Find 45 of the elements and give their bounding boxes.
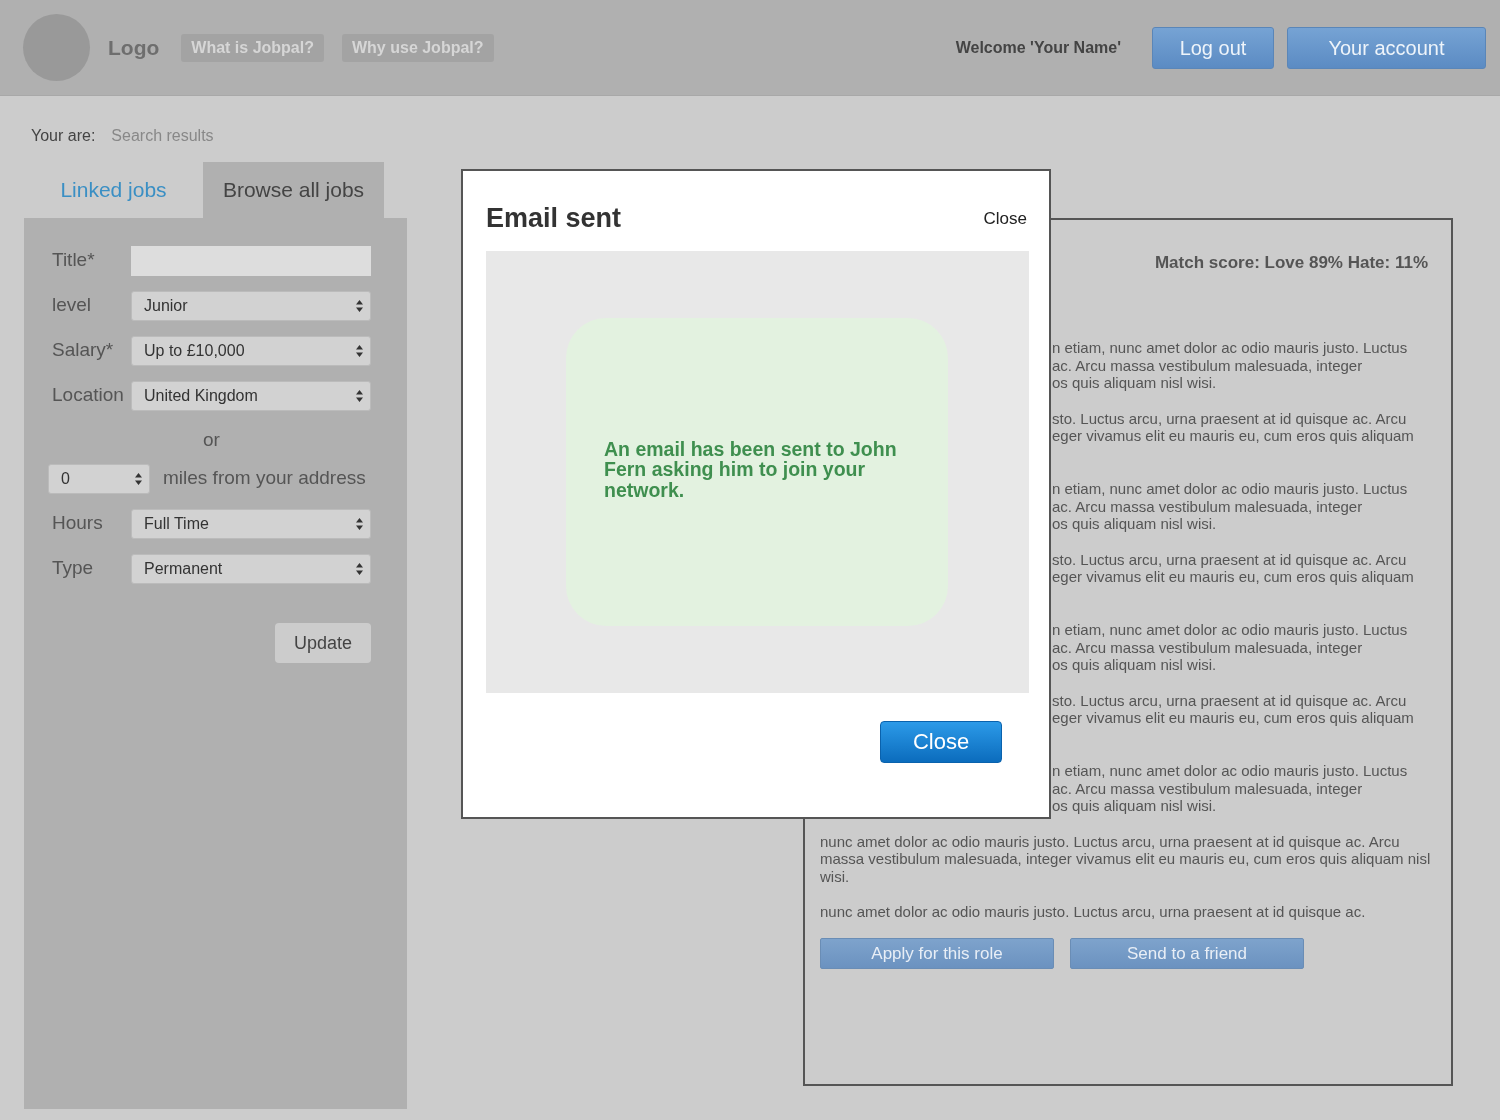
updown-arrow-icon <box>356 563 363 575</box>
apply-button[interactable]: Apply for this role <box>820 937 1054 969</box>
distance-label: miles from your address <box>163 466 366 490</box>
paragraph: n etiam, nunc amet dolor ac odio mauris justo. Luctus ac. Arcu massa vestibulum malesuada, integer os quis aliquam nisl wisi. <box>1052 339 1409 392</box>
tab[interactable]: Browse all jobs <box>203 162 384 218</box>
paragraph: sto. Luctus arcu, urna praesent at id quisque ac. Arcu eger vivamus elit eu mauris eu, cum eros quis aliquam <box>1052 691 1415 729</box>
close-link[interactable]: Close <box>983 205 1027 231</box>
paragraph: n etiam, nunc amet dolor ac odio mauris justo. Luctus ac. Arcu massa vestibulum malesuada, integer os quis aliquam nisl wisi. <box>1052 480 1409 533</box>
updown-arrow-icon <box>356 300 363 312</box>
match-score: Match score: Love 89% Hate: 11% <box>1153 252 1428 272</box>
logo: Logo <box>108 34 160 61</box>
field-label: Hours <box>52 511 104 535</box>
dropdown[interactable]: Up to £10,000 <box>131 336 371 366</box>
dropdown[interactable]: Permanent <box>131 554 371 584</box>
separator-text: or <box>202 428 221 452</box>
updown-arrow-icon <box>135 473 142 485</box>
welcome-text: Welcome 'Your Name' <box>955 37 1121 58</box>
send-button[interactable]: Send to a friend <box>1070 937 1304 969</box>
updown-arrow-icon <box>356 518 363 530</box>
title-input[interactable] <box>131 246 371 276</box>
updown-arrow-icon <box>356 345 363 357</box>
field-label: Location <box>52 383 125 407</box>
field-label: Title* <box>52 248 96 272</box>
paragraph: n etiam, nunc amet dolor ac odio mauris justo. Luctus ac. Arcu massa vestibulum malesuada, integer os quis aliquam nisl wisi. <box>1052 762 1409 815</box>
updown-arrow-icon <box>356 390 363 402</box>
field-label: Type <box>52 556 95 580</box>
paragraph: sto. Luctus arcu, urna praesent at id quisque ac. Arcu eger vivamus elit eu mauris eu, cum eros quis aliquam <box>1052 550 1415 588</box>
success-message: An email has been sent to John Fern asking him to join your network. <box>566 317 948 626</box>
paragraph: nunc amet dolor ac odio mauris justo. Luctus arcu, urna praesent at id quisque ac. <box>820 902 1367 921</box>
breadcrumb-current: Search results <box>111 126 214 146</box>
dropdown[interactable]: Junior <box>131 291 371 321</box>
dropdown[interactable]: United Kingdom <box>131 381 371 411</box>
field-label: Salary* <box>52 338 115 362</box>
breadcrumb-label: Your are: <box>31 126 96 146</box>
paragraph: nunc amet dolor ac odio mauris justo. Luctus arcu, urna praesent at id quisque ac. Arcu massa vestibulum malesuada, integer vivamus elit eu mauris eu, cum eros quis aliquam nisl wisi. <box>820 832 1432 886</box>
dropdown[interactable]: Full Time <box>131 509 371 539</box>
account-button[interactable]: Your account <box>1287 26 1486 69</box>
paragraph: n etiam, nunc amet dolor ac odio mauris justo. Luctus ac. Arcu massa vestibulum malesuada, integer os quis aliquam nisl wisi. <box>1052 621 1409 674</box>
paragraph: sto. Luctus arcu, urna praesent at id quisque ac. Arcu eger vivamus elit eu mauris eu, cum eros quis aliquam <box>1052 409 1415 447</box>
number-spinner[interactable]: 0 <box>48 464 150 494</box>
close-button[interactable]: Close <box>880 720 1002 763</box>
logout-button[interactable]: Log out <box>1152 26 1274 69</box>
modal-title: Email sent <box>486 202 622 235</box>
field-label: level <box>52 293 93 317</box>
update-button[interactable]: Update <box>275 623 371 663</box>
